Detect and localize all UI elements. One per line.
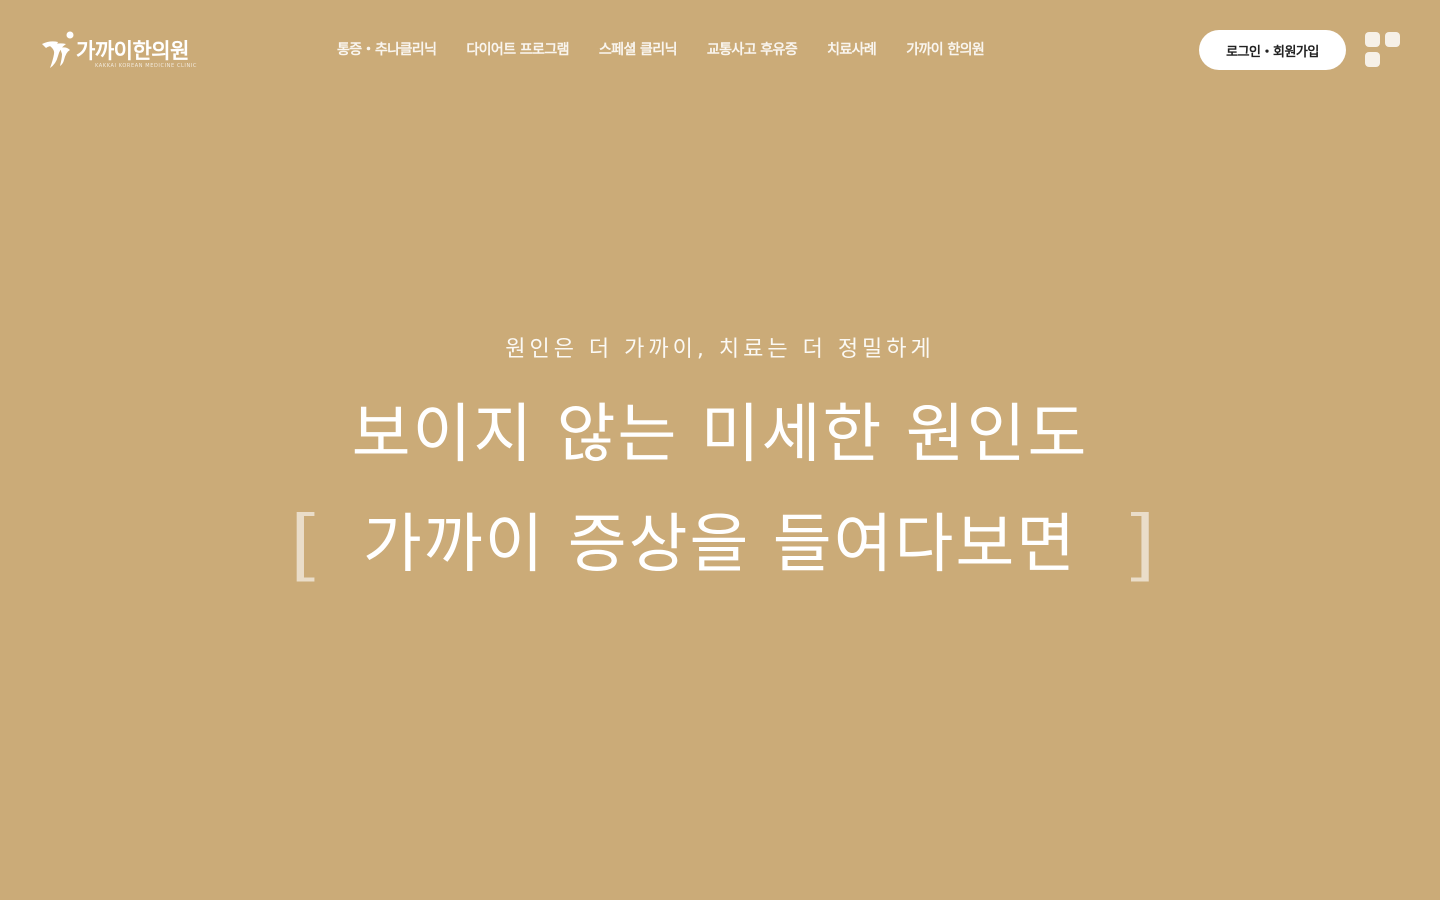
menu-square (1365, 32, 1380, 47)
nav-item-special[interactable]: 스페셜 클리닉 (584, 39, 692, 59)
main-navigation: 통증・추나클리닉 다이어트 프로그램 스페셜 클리닉 교통사고 후유증 치료사례… (322, 38, 999, 60)
site-logo[interactable]: 가까이한의원 KAKKAI KOREAN MEDICINE CLINIC (40, 30, 220, 72)
grid-menu-icon[interactable] (1365, 32, 1401, 68)
menu-square (1365, 52, 1380, 67)
menu-square (1385, 32, 1400, 47)
login-signup-button[interactable]: 로그인・회원가입 (1199, 30, 1346, 70)
nav-item-about[interactable]: 가까이 한의원 (891, 39, 999, 59)
hero-section: 원인은 더 가까이, 치료는 더 정밀하게 보이지 않는 미세한 원인도 [ 가… (0, 320, 1440, 600)
bracket-left: [ (290, 500, 323, 590)
hero-title-line1: 보이지 않는 미세한 원인도 (351, 398, 1089, 472)
logo-mark-icon (42, 31, 74, 68)
hero-subtitle: 원인은 더 가까이, 치료는 더 정밀하게 (505, 337, 935, 362)
nav-item-diet[interactable]: 다이어트 프로그램 (451, 39, 584, 59)
main-page: 가까이한의원 KAKKAI KOREAN MEDICINE CLINIC 통증・… (0, 0, 1440, 900)
nav-item-cases[interactable]: 치료사례 (812, 39, 891, 59)
bracket-right: ] (1125, 500, 1158, 590)
hero-title-line2: 가까이 증상을 들여다보면 (362, 508, 1078, 582)
nav-item-pain-chuna[interactable]: 통증・추나클리닉 (322, 39, 451, 59)
nav-item-traffic-accident[interactable]: 교통사고 후유증 (692, 39, 812, 59)
logo-tagline: KAKKAI KOREAN MEDICINE CLINIC (95, 63, 197, 69)
site-header: 가까이한의원 KAKKAI KOREAN MEDICINE CLINIC 통증・… (0, 0, 1440, 100)
logo-text: 가까이한의원 (76, 39, 189, 63)
hero-title-line2-wrap: [ 가까이 증상을 들여다보면 ] (0, 490, 1440, 600)
